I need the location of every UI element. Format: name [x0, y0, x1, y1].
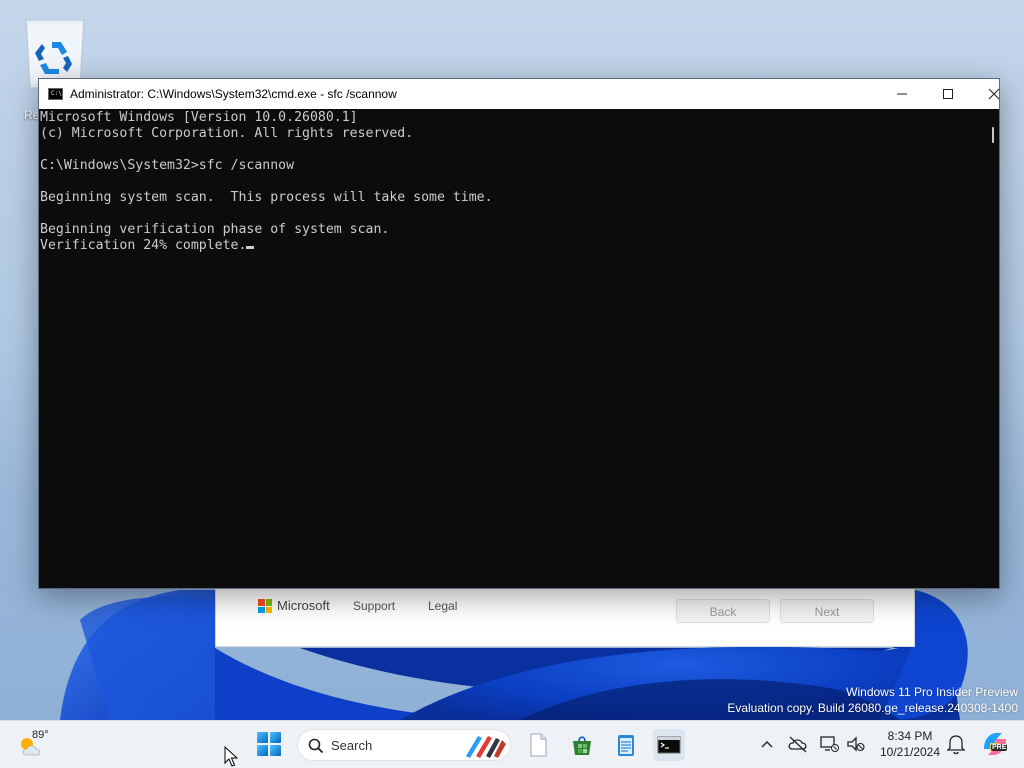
scrollbar-thumb[interactable] — [992, 127, 994, 143]
console-line: Beginning verification phase of system s… — [40, 222, 390, 237]
network-disconnected-icon — [820, 736, 839, 752]
search-highlight-pens-icon — [466, 736, 506, 758]
maximize-icon — [943, 89, 953, 99]
notepad-icon — [618, 735, 634, 756]
search-icon — [308, 738, 324, 754]
close-icon — [988, 88, 1000, 100]
notifications-button[interactable] — [946, 733, 966, 755]
console-output[interactable]: Microsoft Windows [Version 10.0.26080.1]… — [39, 109, 999, 588]
microsoft-brand-text: Microsoft — [277, 598, 330, 613]
taskbar-terminal[interactable] — [653, 729, 685, 761]
taskbar-store[interactable] — [566, 729, 598, 761]
taskbar-notepad[interactable] — [610, 729, 642, 761]
terminal-icon — [657, 736, 681, 754]
watermark-line-1: Windows 11 Pro Insider Preview — [846, 685, 1018, 699]
network-tray-button[interactable] — [818, 733, 840, 755]
setup-footer: Microsoft Support Legal Back Next — [216, 591, 914, 631]
chevron-up-icon — [761, 741, 773, 748]
console-line: C:\Windows\System32>sfc /scannow — [40, 158, 295, 173]
taskbar-clock[interactable]: 8:34 PM 10/21/2024 — [872, 728, 948, 762]
taskbar-file-explorer[interactable] — [522, 729, 554, 761]
microsoft-logo-icon — [258, 599, 272, 613]
support-link[interactable]: Support — [353, 599, 395, 613]
bell-icon — [946, 735, 966, 755]
onedrive-tray-button[interactable] — [787, 733, 809, 755]
minimize-button[interactable] — [879, 79, 925, 109]
cmd-window[interactable]: C:\ Administrator: C:\Windows\System32\c… — [38, 78, 1000, 589]
search-placeholder: Search — [331, 738, 373, 753]
show-hidden-icons-button[interactable] — [756, 733, 778, 755]
minimize-icon — [897, 93, 907, 95]
weather-temperature: 89° — [32, 729, 49, 741]
speaker-muted-icon — [847, 736, 865, 752]
watermark-line-2: Evaluation copy. Build 26080.ge_release.… — [727, 701, 1018, 715]
copilot-preview-badge: PRE — [991, 744, 1008, 751]
close-button[interactable] — [971, 79, 1017, 109]
file-icon — [530, 733, 547, 757]
console-line: Microsoft Windows [Version 10.0.26080.1] — [40, 110, 358, 125]
copilot-button[interactable]: PRE — [980, 729, 1010, 759]
weather-widget[interactable]: 89° — [18, 727, 58, 763]
legal-link[interactable]: Legal — [428, 599, 457, 613]
volume-tray-button[interactable] — [845, 733, 867, 755]
cloud-offline-icon — [788, 736, 807, 753]
cmd-titlebar[interactable]: C:\ Administrator: C:\Windows\System32\c… — [39, 79, 1000, 109]
clock-date: 10/21/2024 — [879, 745, 941, 759]
console-line: (c) Microsoft Corporation. All rights re… — [40, 126, 414, 141]
mouse-pointer-icon — [224, 746, 238, 767]
start-button[interactable] — [256, 731, 282, 757]
cmd-window-title: Administrator: C:\Windows\System32\cmd.e… — [70, 87, 397, 101]
console-scrollbar[interactable] — [987, 109, 999, 588]
taskbar: 89° Search 8:34 PM 10/21/2024 PRE — [0, 720, 1024, 768]
store-icon — [573, 736, 591, 755]
text-cursor — [246, 246, 255, 249]
console-text: Microsoft Windows [Version 10.0.26080.1]… — [40, 110, 493, 254]
maximize-button[interactable] — [925, 79, 971, 109]
evaluation-watermark: Windows 11 Pro Insider Preview Evaluatio… — [727, 684, 1018, 716]
back-button[interactable]: Back — [676, 599, 770, 623]
next-button[interactable]: Next — [780, 599, 874, 623]
clock-time: 8:34 PM — [887, 729, 933, 743]
console-line: Beginning system scan. This process will… — [40, 190, 493, 205]
cmd-app-icon: C:\ — [48, 88, 63, 100]
console-line: Verification 24% complete. — [40, 238, 247, 253]
taskbar-search[interactable]: Search — [297, 729, 511, 761]
